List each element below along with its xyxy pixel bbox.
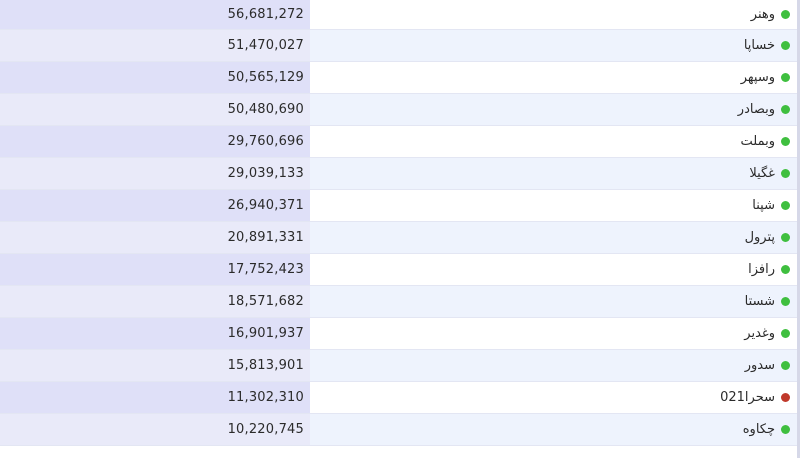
- symbol-cell[interactable]: پترول: [310, 222, 800, 253]
- status-dot-icon: [781, 233, 790, 242]
- table-row[interactable]: 11,302,310 سحرا021: [0, 382, 800, 414]
- symbol-cell[interactable]: وهنر: [310, 0, 800, 29]
- volume-value: 50,565,129: [0, 62, 310, 93]
- volume-value: 56,681,272: [0, 0, 310, 29]
- volume-value: 16,901,937: [0, 318, 310, 349]
- status-dot-icon: [781, 425, 790, 434]
- symbol-cell[interactable]: غگیلا: [310, 158, 800, 189]
- volume-value: 15,813,901: [0, 350, 310, 381]
- symbol-cell[interactable]: وبملت: [310, 126, 800, 157]
- status-dot-icon: [781, 137, 790, 146]
- volume-value: 17,752,423: [0, 254, 310, 285]
- symbol-cell[interactable]: رافزا: [310, 254, 800, 285]
- symbol-name[interactable]: وبملت: [741, 134, 775, 149]
- status-dot-icon: [781, 297, 790, 306]
- volume-value: 29,039,133: [0, 158, 310, 189]
- table-row[interactable]: 50,480,690 وبصادر: [0, 94, 800, 126]
- symbol-name[interactable]: سدور: [745, 358, 775, 373]
- status-dot-icon: [781, 329, 790, 338]
- status-dot-icon: [781, 73, 790, 82]
- volume-value: 29,760,696: [0, 126, 310, 157]
- table-row[interactable]: 17,752,423 رافزا: [0, 254, 800, 286]
- symbol-cell[interactable]: چکاوه: [310, 414, 800, 445]
- table-row[interactable]: 51,470,027 خساپا: [0, 30, 800, 62]
- volume-value: 10,220,745: [0, 414, 310, 445]
- symbol-name[interactable]: وغدیر: [744, 326, 775, 341]
- table-row[interactable]: 20,891,331 پترول: [0, 222, 800, 254]
- symbol-name[interactable]: رافزا: [748, 262, 775, 277]
- status-dot-icon: [781, 10, 790, 19]
- volume-value: 11,302,310: [0, 382, 310, 413]
- volume-value: 51,470,027: [0, 30, 310, 61]
- symbol-cell[interactable]: وبصادر: [310, 94, 800, 125]
- volume-table: 56,681,272 وهنر 51,470,027 خساپا 50,565,…: [0, 0, 800, 458]
- table-row[interactable]: 18,571,682 شستا: [0, 286, 800, 318]
- volume-value: 20,891,331: [0, 222, 310, 253]
- volume-value: 50,480,690: [0, 94, 310, 125]
- volume-value: 26,940,371: [0, 190, 310, 221]
- symbol-cell[interactable]: خساپا: [310, 30, 800, 61]
- status-dot-icon: [781, 105, 790, 114]
- table-row[interactable]: 26,940,371 شپنا: [0, 190, 800, 222]
- table-row[interactable]: 15,813,901 سدور: [0, 350, 800, 382]
- symbol-name[interactable]: چکاوه: [743, 422, 775, 437]
- status-dot-icon: [781, 361, 790, 370]
- symbol-cell[interactable]: شپنا: [310, 190, 800, 221]
- symbol-cell[interactable]: شستا: [310, 286, 800, 317]
- table-row[interactable]: 50,565,129 وسپهر: [0, 62, 800, 94]
- status-dot-icon: [781, 201, 790, 210]
- symbol-cell[interactable]: سدور: [310, 350, 800, 381]
- symbol-name[interactable]: غگیلا: [749, 166, 775, 181]
- status-dot-icon: [781, 41, 790, 50]
- status-dot-icon: [781, 393, 790, 402]
- symbol-name[interactable]: شپنا: [752, 198, 775, 213]
- symbol-name[interactable]: خساپا: [744, 38, 775, 53]
- symbol-cell[interactable]: وغدیر: [310, 318, 800, 349]
- table-row[interactable]: 29,039,133 غگیلا: [0, 158, 800, 190]
- symbol-name[interactable]: وبصادر: [738, 102, 775, 117]
- status-dot-icon: [781, 265, 790, 274]
- volume-value: 18,571,682: [0, 286, 310, 317]
- symbol-name[interactable]: شستا: [745, 294, 775, 309]
- table-row[interactable]: 16,901,937 وغدیر: [0, 318, 800, 350]
- symbol-name[interactable]: وهنر: [751, 7, 775, 22]
- symbol-name[interactable]: سحرا021: [720, 390, 775, 405]
- status-dot-icon: [781, 169, 790, 178]
- symbol-name[interactable]: پترول: [745, 230, 775, 245]
- table-row[interactable]: 10,220,745 چکاوه: [0, 414, 800, 446]
- symbol-cell[interactable]: سحرا021: [310, 382, 800, 413]
- table-row[interactable]: 29,760,696 وبملت: [0, 126, 800, 158]
- symbol-cell[interactable]: وسپهر: [310, 62, 800, 93]
- symbol-name[interactable]: وسپهر: [741, 70, 775, 85]
- table-row[interactable]: 56,681,272 وهنر: [0, 0, 800, 30]
